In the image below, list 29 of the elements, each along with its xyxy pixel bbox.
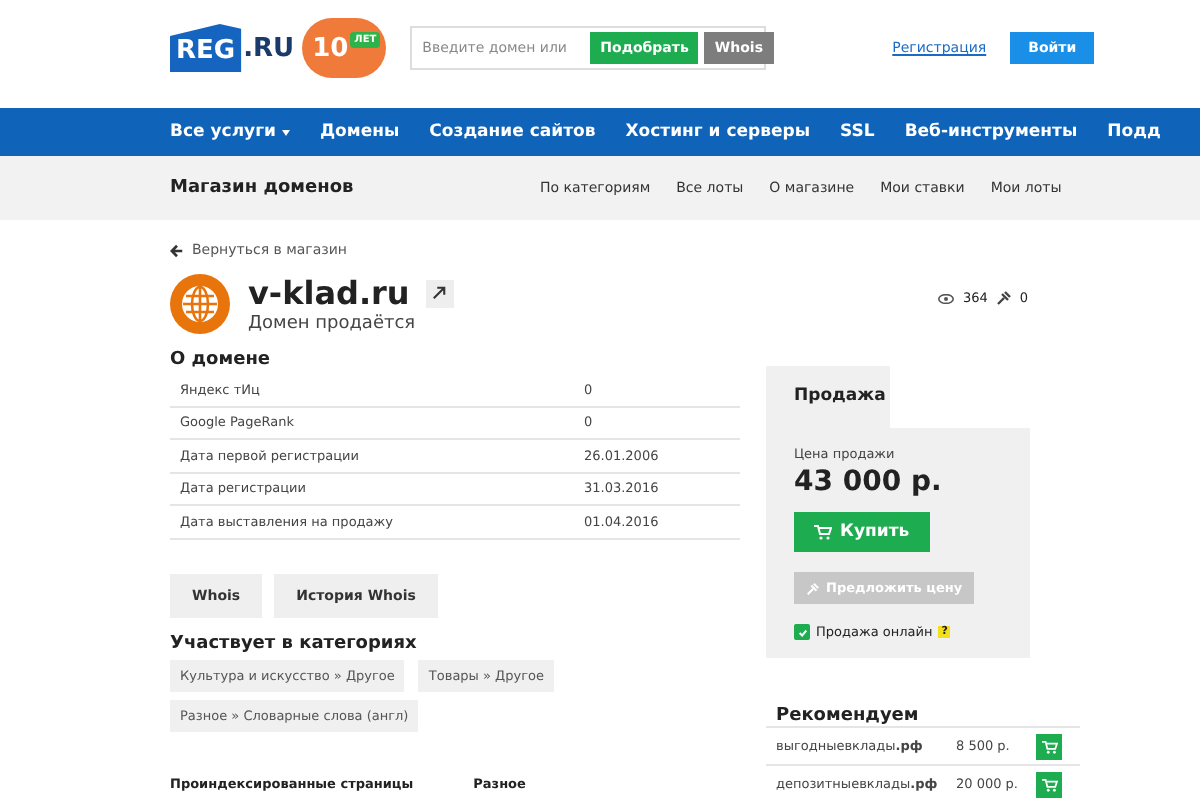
gavel-icon — [806, 581, 820, 595]
nav-item[interactable]: Все услуги — [170, 122, 290, 142]
sale-tab[interactable]: Продажа — [766, 366, 890, 428]
arrow-up-right-icon — [432, 286, 447, 300]
section-heading: О домене — [170, 350, 273, 370]
price: 43 000 р. — [794, 466, 944, 498]
caret-icon — [281, 129, 290, 135]
nav-item[interactable]: Веб-инструменты — [904, 122, 1078, 142]
checkbox[interactable] — [794, 624, 810, 640]
nav-item[interactable]: Домены — [319, 122, 400, 142]
cart-button[interactable] — [1036, 771, 1062, 797]
domain-status: Домен продаётся — [248, 314, 418, 334]
globe-icon — [170, 274, 230, 334]
nav-item[interactable]: SSL — [840, 122, 875, 142]
gavel-icon — [995, 290, 1012, 306]
nav-item[interactable]: Подд — [1107, 122, 1161, 142]
cart-icon — [1041, 777, 1057, 791]
section-title: Магазин доменов — [170, 178, 356, 198]
cart-button[interactable] — [1036, 733, 1062, 759]
section-heading: Рекомендуем — [776, 706, 921, 726]
external-link-button[interactable] — [425, 279, 454, 307]
cart-icon — [1041, 739, 1057, 753]
nav-item[interactable]: Хостинг и серверы — [625, 122, 811, 142]
section-heading: Участвует в категориях — [170, 633, 419, 653]
arrow-left-icon — [170, 243, 184, 257]
cart-icon — [814, 524, 832, 540]
domain-name: v-klad.ru — [248, 274, 410, 312]
nav-item[interactable]: Создание сайтов — [429, 122, 596, 142]
eye-icon — [938, 293, 955, 303]
